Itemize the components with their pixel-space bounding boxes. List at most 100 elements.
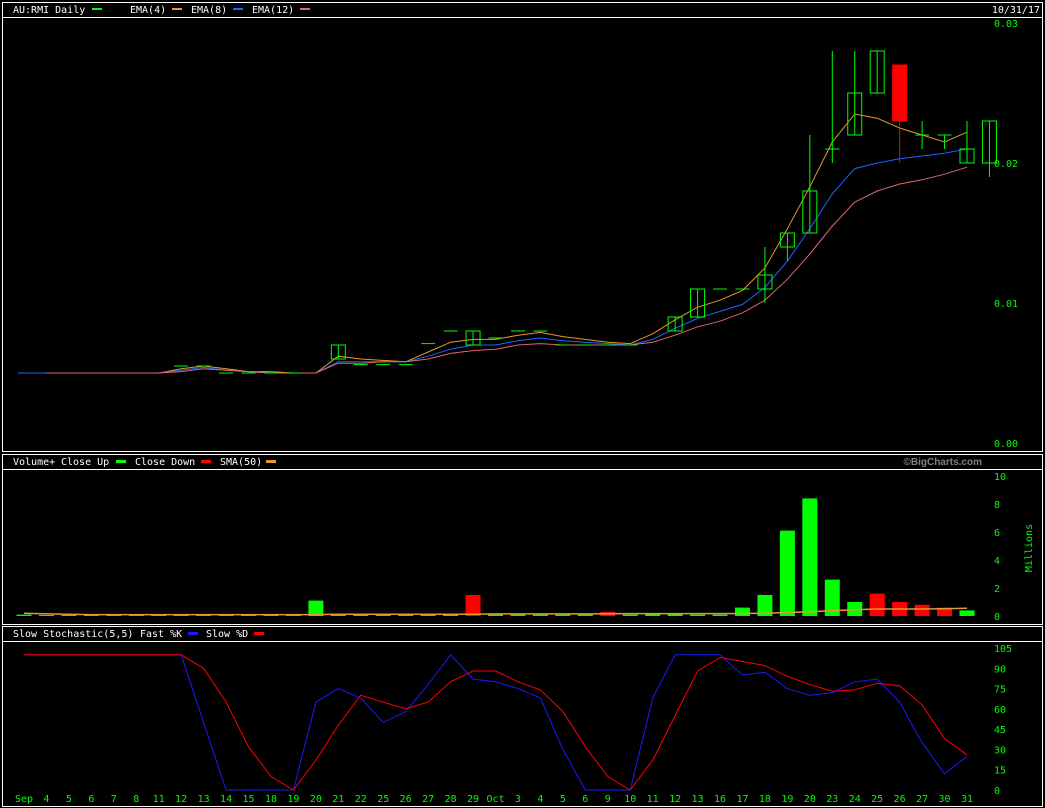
volume-bar (577, 614, 593, 616)
stock-chart: AU:RMI Daily EMA(4) EMA(8) EMA(12) 10/31… (2, 2, 1043, 807)
volume-bar (443, 615, 459, 616)
x-axis-tick: 10 (624, 794, 636, 805)
x-axis-tick: 25 (871, 794, 883, 805)
x-axis-tick: 31 (961, 794, 973, 805)
x-axis-tick: 18 (759, 794, 771, 805)
x-axis-tick: 21 (332, 794, 344, 805)
x-axis-tick: 6 (582, 794, 588, 805)
stoch-y-tick: 75 (994, 685, 1006, 696)
stoch-y-tick: 90 (994, 664, 1006, 675)
x-axis-tick: 26 (400, 794, 412, 805)
volume-bar (869, 593, 885, 616)
watermark: ©BigCharts.com (904, 457, 983, 468)
volume-y-tick: 10 (994, 472, 1006, 483)
x-axis-tick: 12 (669, 794, 681, 805)
volume-y-tick: 0 (994, 612, 1000, 623)
x-axis-tick: Sep (15, 794, 33, 805)
volume-bar (555, 614, 571, 616)
x-axis-tick: 27 (422, 794, 434, 805)
x-axis-tick: 11 (647, 794, 659, 805)
x-axis-tick: 11 (153, 794, 165, 805)
legend-swatch-close-down (201, 460, 211, 463)
x-axis-tick: 4 (43, 794, 49, 805)
price-panel-date: 10/31/17 (992, 5, 1040, 16)
volume-y-tick: 4 (994, 556, 1000, 567)
x-axis-tick: 20 (804, 794, 816, 805)
volume-bar (959, 610, 975, 616)
stoch-panel-frame (2, 626, 1043, 807)
x-axis-tick: 18 (265, 794, 277, 805)
stoch-y-tick: 60 (994, 705, 1006, 716)
x-axis-tick: 19 (781, 794, 793, 805)
stoch-y-tick: 105 (994, 644, 1012, 655)
stoch-y-tick: 30 (994, 745, 1006, 756)
legend-swatch-ema12 (300, 8, 310, 10)
volume-bar (712, 614, 728, 616)
x-axis-tick: Oct (486, 794, 504, 805)
volume-bar (61, 615, 77, 616)
volume-bar (488, 614, 503, 616)
legend-ema12-label: EMA(12) (252, 5, 294, 16)
axes-labels: 0.000.010.020.0302468100153045607590105S… (15, 19, 1018, 805)
x-axis-tick: 4 (537, 794, 543, 805)
ema-line-2 (46, 148, 968, 374)
x-axis-tick: 6 (88, 794, 94, 805)
volume-y-tick: 6 (994, 528, 1000, 539)
x-axis-tick: 5 (560, 794, 566, 805)
x-axis-tick: 13 (692, 794, 704, 805)
x-axis-tick: 12 (175, 794, 187, 805)
legend-fast-k-label: Fast %K (140, 629, 182, 640)
legend-swatch-ema8 (233, 8, 243, 10)
legend-swatch-ema4 (172, 8, 182, 10)
volume-units-label: Millions (1024, 524, 1035, 572)
volume-bar (375, 615, 391, 616)
volume-bar (779, 530, 795, 616)
price-y-tick: 0.03 (994, 19, 1018, 30)
legend-sma50-label: SMA(50) (220, 457, 262, 468)
x-axis-tick: 9 (605, 794, 611, 805)
x-axis-tick: 27 (916, 794, 928, 805)
volume-bar (398, 615, 414, 616)
x-axis-tick: 20 (310, 794, 322, 805)
volume-bar (802, 498, 818, 616)
slow-d-line (24, 654, 968, 791)
volume-bar (38, 615, 54, 616)
legend-close-up-label: Close Up (61, 457, 109, 468)
legend-slow-d-label: Slow %D (206, 629, 248, 640)
stoch-y-tick: 0 (994, 786, 1000, 797)
volume-y-tick: 2 (994, 584, 1000, 595)
legend-close-down-label: Close Down (135, 457, 195, 468)
volume-bar (510, 614, 526, 616)
legend-ema4-label: EMA(4) (130, 5, 166, 16)
x-axis-tick: 23 (826, 794, 838, 805)
legend-swatch-sma50 (266, 460, 276, 463)
x-axis-tick: 16 (714, 794, 726, 805)
volume-bar (353, 615, 369, 616)
ema-line-1 (46, 113, 968, 374)
x-axis-tick: 7 (111, 794, 117, 805)
x-axis-tick: 24 (849, 794, 861, 805)
legend-swatch-price-symbol (92, 8, 102, 10)
volume-bar (532, 614, 548, 616)
stoch-y-tick: 15 (994, 766, 1006, 777)
volume-y-tick: 8 (994, 500, 1000, 511)
x-axis-tick: 19 (287, 794, 299, 805)
x-axis-tick: 28 (445, 794, 457, 805)
volume-bar (914, 604, 930, 616)
candle-body (892, 64, 908, 122)
legend-swatch-close-up (116, 460, 126, 463)
price-y-tick: 0.02 (994, 159, 1018, 170)
volume-bar (690, 614, 706, 616)
price-plot (18, 50, 997, 374)
volume-bar (16, 614, 32, 616)
ema-line-3 (46, 166, 968, 374)
x-axis-tick: 17 (736, 794, 748, 805)
stoch-panel-title: Slow Stochastic(5,5) (13, 629, 133, 640)
x-axis-tick: 26 (894, 794, 906, 805)
x-axis-tick: 15 (243, 794, 255, 805)
legend-ema8-label: EMA(8) (191, 5, 227, 16)
volume-bar (465, 595, 481, 616)
fast-k-line (24, 654, 968, 791)
volume-bar (308, 600, 324, 616)
x-axis-tick: 22 (355, 794, 367, 805)
